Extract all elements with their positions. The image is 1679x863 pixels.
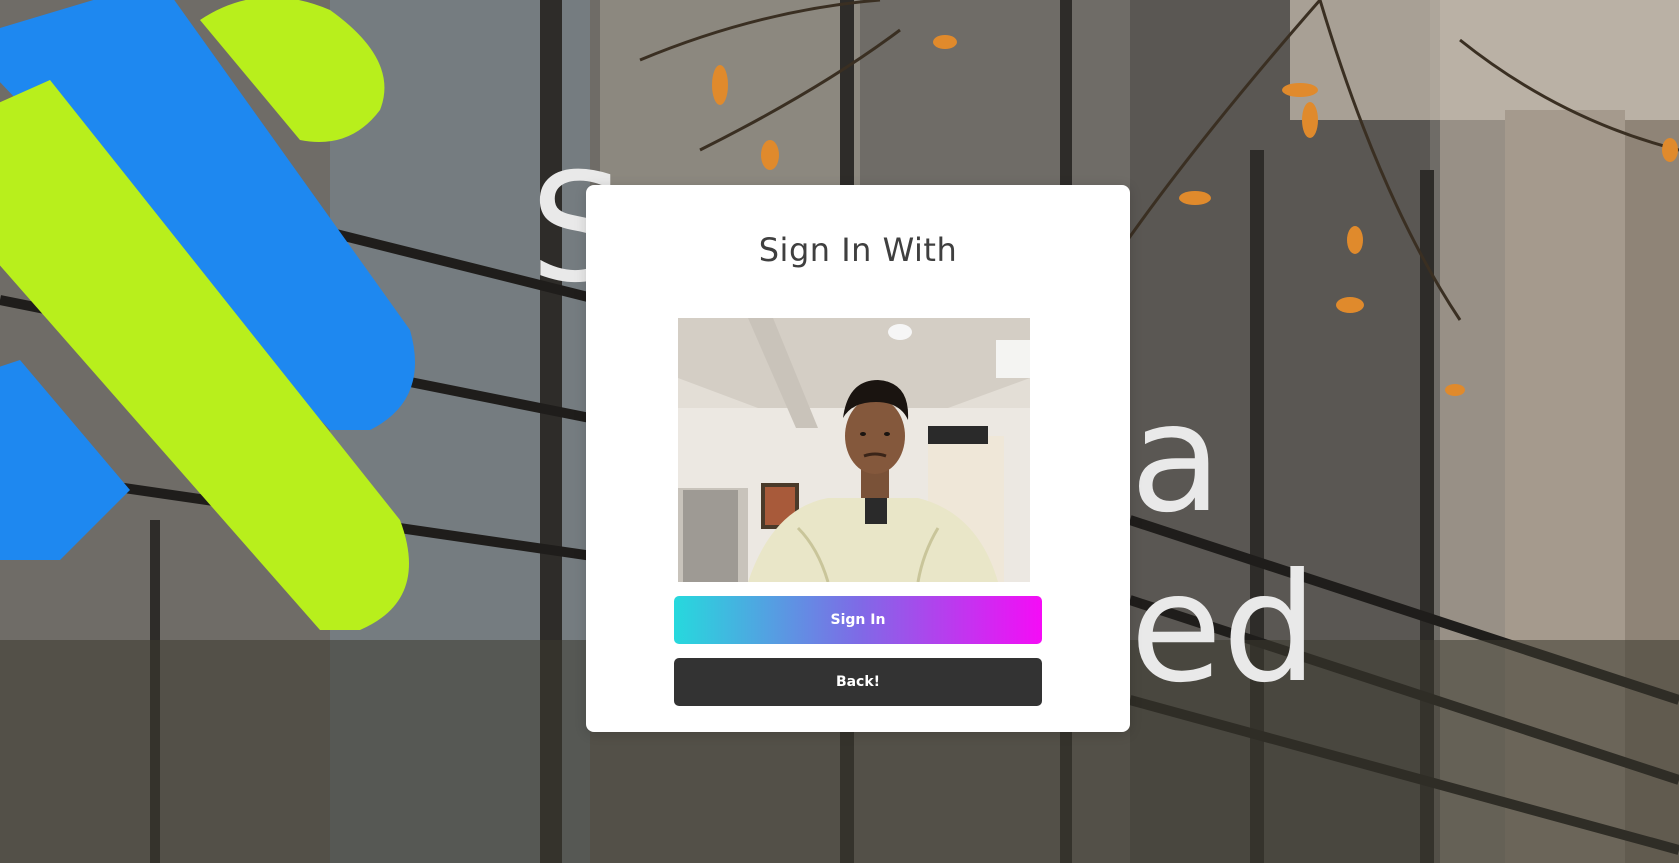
sign-in-modal: Sign In With Sign In Back! — [586, 185, 1130, 732]
back-button[interactable]: Back! — [674, 658, 1042, 706]
modal-title: Sign In With — [758, 231, 958, 269]
webcam-feed-image — [678, 318, 1030, 582]
webcam-preview — [678, 318, 1030, 582]
svg-text:ed: ed — [1130, 542, 1318, 716]
svg-text:a: a — [1130, 372, 1222, 546]
sign-in-button[interactable]: Sign In — [674, 596, 1042, 644]
